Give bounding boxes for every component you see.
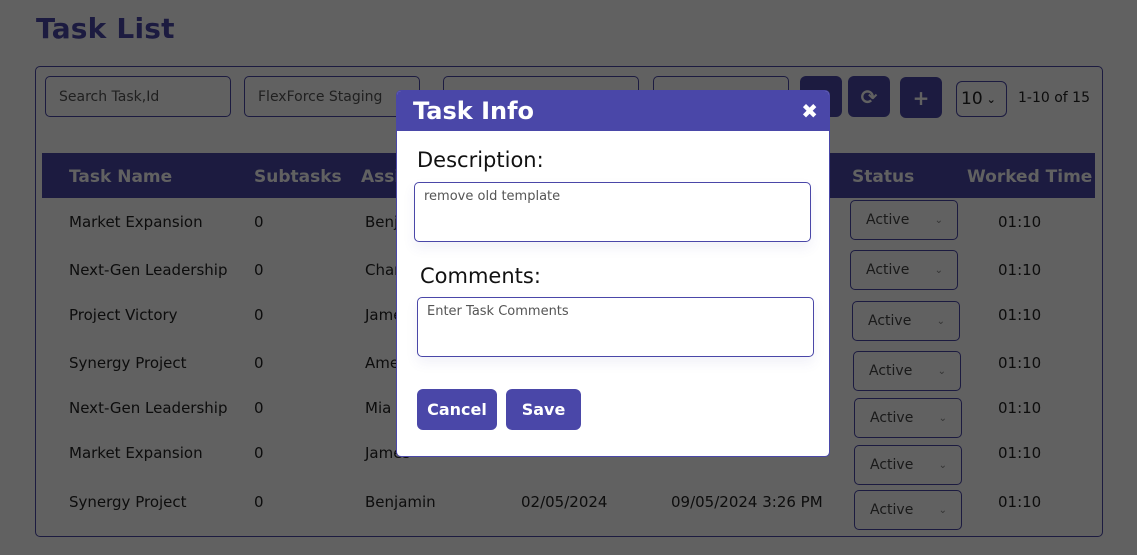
comments-label: Comments: — [420, 264, 541, 288]
description-textarea[interactable]: remove old template — [414, 182, 811, 242]
modal-header: Task Info ✖ — [397, 91, 829, 131]
close-icon[interactable]: ✖ — [801, 99, 818, 123]
description-label: Description: — [417, 148, 544, 172]
modal-title: Task Info — [413, 97, 535, 125]
cancel-button[interactable]: Cancel — [417, 389, 497, 430]
comments-textarea[interactable]: Enter Task Comments — [417, 297, 814, 357]
save-button[interactable]: Save — [506, 389, 581, 430]
task-info-modal: Task Info ✖ Description: remove old temp… — [396, 90, 830, 457]
